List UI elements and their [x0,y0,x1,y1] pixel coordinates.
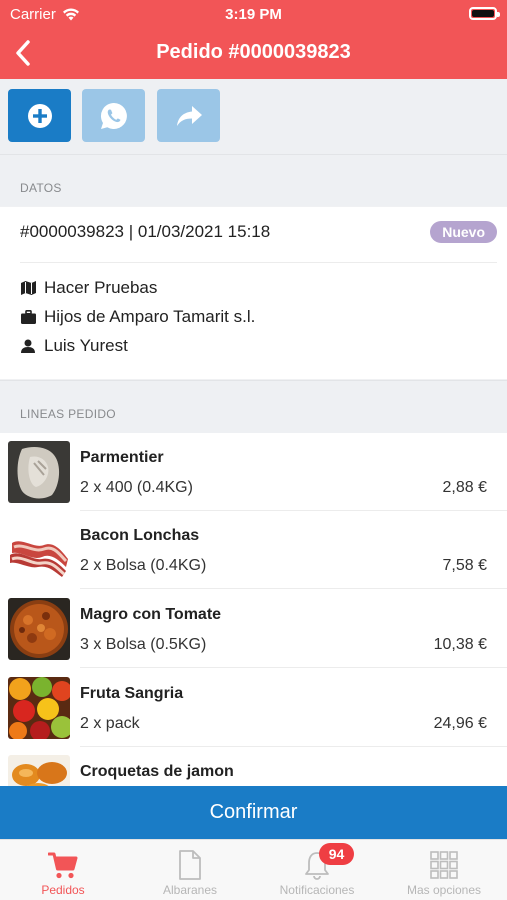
briefcase-icon [20,309,36,325]
tab-notificaciones[interactable]: Notificaciones [254,840,380,900]
clock: 3:19 PM [225,6,282,23]
order-info-card: #0000039823 | 01/03/2021 15:18 Nuevo Hac… [0,207,507,379]
product-price: 10,38 € [433,636,487,653]
product-name: Magro con Tomate [80,606,222,623]
divider [20,262,497,263]
battery-icon [469,7,500,20]
tab-mas-opciones[interactable]: Mas opciones [381,840,507,900]
cart-icon [48,852,78,879]
status-badge: Nuevo [430,221,497,243]
header: Carrier 3:19 PM Pedido #0000039823 [0,0,507,79]
tab-label: Pedidos [41,883,85,897]
order-line-item[interactable]: Parmentier 2 x 400 (0.4KG) 2,88 € [0,433,507,511]
company-text: Hijos de Amparo Tamarit s.l. [44,307,256,326]
product-price: 7,58 € [442,557,487,574]
tab-label: Albaranes [162,883,218,897]
info-row-user: Luis Yurest [20,335,128,357]
product-price: 2,88 € [442,479,487,496]
document-icon [179,850,201,880]
product-thumbnail [8,755,70,786]
row-divider [80,588,507,589]
lines-section-title: LINEAS PEDIDO [20,407,116,421]
datos-section-header: DATOS [0,154,507,206]
whatsapp-icon [100,102,127,129]
share-button[interactable] [157,89,220,142]
product-quantity: 2 x Bolsa (0.4KG) [80,557,207,574]
product-name: Croquetas de jamon [80,763,234,780]
product-quantity: 2 x pack [80,715,140,732]
tab-bar: Pedidos Albaranes Notificaciones 94 Mas … [0,839,507,900]
plus-circle-icon [27,103,52,128]
person-icon [20,338,36,354]
tab-albaranes[interactable]: Albaranes [127,840,253,900]
status-bar: Carrier 3:19 PM [0,0,507,28]
product-thumbnail [8,677,70,739]
navbar: Pedido #0000039823 [0,28,507,79]
whatsapp-button[interactable] [82,89,145,142]
product-quantity: 2 x 400 (0.4KG) [80,479,193,496]
map-icon [20,280,36,296]
product-name: Bacon Lonchas [80,527,200,544]
product-name: Fruta Sangria [80,685,184,702]
user-text: Luis Yurest [44,336,128,355]
lines-section-header: LINEAS PEDIDO [0,380,507,433]
tab-label: Mas opciones [406,883,482,897]
order-line-item[interactable]: Bacon Lonchas 2 x Bolsa (0.4KG) 7,58 € [0,511,507,589]
product-thumbnail [8,519,70,581]
location-text: Hacer Pruebas [44,278,158,297]
screen: Carrier 3:19 PM Pedido #0000039823 DATOS… [0,0,507,900]
product-thumbnail [8,598,70,660]
order-line-item[interactable]: Fruta Sangria 2 x pack 24,96 € [0,669,507,747]
product-price: 24,96 € [433,715,487,732]
product-quantity: 3 x Bolsa (0.5KG) [80,636,207,653]
confirm-button[interactable]: Confirmar [0,786,507,839]
order-number-date: #0000039823 | 01/03/2021 15:18 [20,222,271,241]
add-button[interactable] [8,89,71,142]
datos-section-title: DATOS [20,181,62,195]
action-bar [0,79,507,154]
page-title: Pedido #0000039823 [156,41,351,63]
tab-label: Notificaciones [279,883,355,897]
order-line-item[interactable]: Croquetas de jamon [0,747,507,786]
product-name: Parmentier [80,449,164,466]
info-row-company: Hijos de Amparo Tamarit s.l. [20,306,255,328]
order-line-item[interactable]: Magro con Tomate 3 x Bolsa (0.5KG) 10,38… [0,590,507,668]
product-thumbnail [8,441,70,503]
grid-icon [430,851,458,879]
info-row-location: Hacer Pruebas [20,277,157,299]
order-lines-list: Parmentier 2 x 400 (0.4KG) 2,88 € Bacon … [0,433,507,786]
share-icon [176,105,202,126]
tab-pedidos[interactable]: Pedidos [0,840,126,900]
notification-count-badge: 94 [319,843,354,865]
row-divider [80,667,507,668]
